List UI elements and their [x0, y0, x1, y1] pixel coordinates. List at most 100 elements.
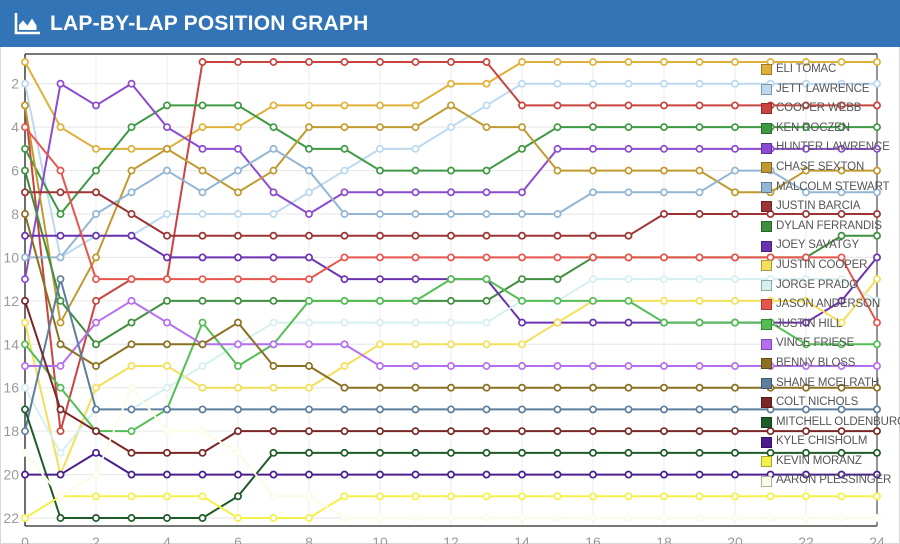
series-point — [376, 275, 384, 284]
series-point — [660, 58, 668, 66]
series-point — [482, 188, 491, 197]
series-point — [21, 144, 29, 153]
legend-item[interactable]: COOPER WEBB — [761, 99, 897, 119]
series-point — [482, 470, 491, 479]
series-point — [518, 492, 526, 501]
series-point — [624, 296, 633, 305]
legend-item-label: JUSTIN HILL — [776, 317, 843, 330]
x-axis-tick-label: 4 — [163, 534, 171, 544]
series-point — [553, 448, 562, 457]
legend-item[interactable]: HUNTER LAWRENCE — [761, 138, 897, 158]
series-point — [92, 275, 100, 284]
series-point — [198, 166, 207, 175]
series-point — [305, 231, 313, 240]
x-axis-tick-label: 2 — [92, 534, 100, 544]
series-point — [660, 362, 668, 370]
series-point — [589, 144, 597, 153]
legend-item[interactable]: ELI TOMAC — [761, 60, 897, 80]
series-point — [340, 253, 349, 262]
series-point — [731, 79, 739, 88]
series-point — [92, 253, 100, 262]
series-point — [305, 383, 313, 392]
legend-item[interactable]: DYLAN FERRANDIS — [761, 217, 897, 237]
series-point — [234, 231, 242, 240]
series-point — [92, 405, 100, 414]
series-point — [163, 427, 171, 436]
legend-item[interactable]: JUSTIN BARCIA — [761, 197, 897, 217]
series-point — [163, 210, 171, 218]
legend-item[interactable]: AARON PLESSINGER — [761, 471, 897, 491]
series-point — [589, 231, 597, 240]
series-point — [56, 318, 65, 327]
legend-item[interactable]: KEN ROCZEN — [761, 119, 897, 139]
series-point — [340, 144, 349, 153]
legend-color-swatch — [761, 319, 772, 331]
legend-color-swatch — [761, 279, 772, 291]
series-point — [660, 253, 668, 262]
series-point — [589, 362, 597, 370]
series-point — [482, 58, 491, 66]
series-point — [269, 448, 278, 457]
series-point — [305, 514, 313, 522]
series-point — [21, 123, 29, 132]
series-point — [518, 514, 526, 522]
legend-item[interactable]: BENNY BLOSS — [761, 354, 897, 374]
series-point — [589, 188, 597, 197]
legend-item[interactable]: JASON ANDERSON — [761, 295, 897, 315]
legend-item[interactable]: KEVIN MORANZ — [761, 452, 897, 472]
series-point — [234, 123, 242, 132]
y-axis-tick-label: 6 — [11, 163, 19, 179]
series-point — [624, 166, 633, 175]
series-point — [340, 340, 349, 349]
series-point — [163, 318, 171, 327]
legend-item[interactable]: COLT NICHOLS — [761, 393, 897, 413]
series-point — [340, 166, 349, 175]
series-point — [163, 405, 171, 414]
series-point — [411, 470, 420, 479]
series-point — [21, 188, 29, 197]
series-point — [269, 210, 278, 218]
series-point — [198, 470, 207, 479]
series-point — [447, 427, 455, 436]
legend-item[interactable]: KYLE CHISHOLM — [761, 432, 897, 452]
legend-item[interactable]: CHASE SEXTON — [761, 158, 897, 178]
series-point — [21, 231, 29, 240]
legend-color-swatch — [761, 475, 772, 487]
legend-item[interactable]: JETT LAWRENCE — [761, 80, 897, 100]
legend-item[interactable]: SHANE MCELRATH — [761, 374, 897, 394]
series-point — [411, 383, 420, 392]
series-point — [234, 340, 242, 349]
series-point — [163, 123, 171, 132]
legend-color-swatch — [761, 456, 772, 468]
legend-item[interactable]: JOEY SAVATGY — [761, 236, 897, 256]
series-point — [731, 101, 739, 110]
series-point — [198, 210, 207, 218]
series-point — [198, 383, 207, 392]
series-point — [56, 492, 65, 501]
series-point — [376, 58, 384, 66]
y-axis-tick-labels: 2 4 6 8 10 12 14 16 18 20 22 — [3, 76, 19, 526]
series-point — [127, 210, 136, 218]
series-point — [163, 514, 171, 522]
series-point — [269, 58, 278, 66]
legend-item[interactable]: JUSTIN COOPER — [761, 256, 897, 276]
legend-item[interactable]: MITCHELL OLDENBURG — [761, 413, 900, 433]
series-point — [660, 470, 668, 479]
legend-item[interactable]: JUSTIN HILL — [761, 315, 897, 335]
series-point — [660, 79, 668, 88]
series-point — [127, 383, 136, 392]
series-point — [447, 448, 455, 457]
series-point — [269, 340, 278, 349]
series-point — [305, 58, 313, 66]
series-point — [482, 101, 491, 110]
legend-item[interactable]: JORGE PRADO — [761, 276, 897, 296]
series-point — [163, 383, 171, 392]
legend-item[interactable]: MALCOLM STEWART — [761, 178, 897, 198]
series-point — [447, 492, 455, 501]
series-point — [269, 318, 278, 327]
legend-item[interactable]: VINCE FRIESE — [761, 334, 897, 354]
series-point — [624, 492, 633, 501]
series-point — [340, 492, 349, 501]
series-point — [234, 144, 242, 153]
series-point — [127, 448, 136, 457]
